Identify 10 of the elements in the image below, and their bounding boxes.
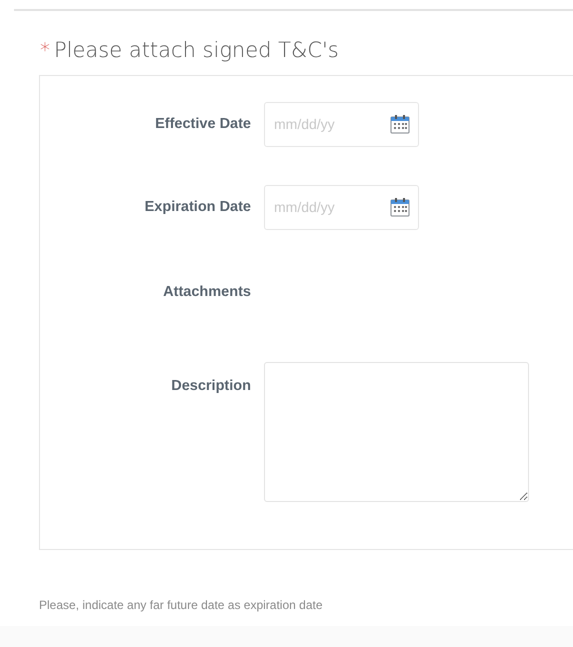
description-field[interactable]	[264, 362, 529, 502]
hint-text: Please, indicate any far future date as expiration date	[39, 596, 324, 614]
field-label: Attachments	[162, 282, 252, 302]
calendar-icon[interactable]	[390, 196, 410, 216]
calendar-icon[interactable]	[390, 114, 410, 134]
field-label: Description	[170, 376, 252, 396]
required-asterisk: *	[40, 37, 50, 64]
field-label: Effective Date	[154, 114, 252, 134]
section-title: Please attach signed T&C's	[54, 37, 339, 64]
field-label: Expiration Date	[144, 198, 252, 216]
